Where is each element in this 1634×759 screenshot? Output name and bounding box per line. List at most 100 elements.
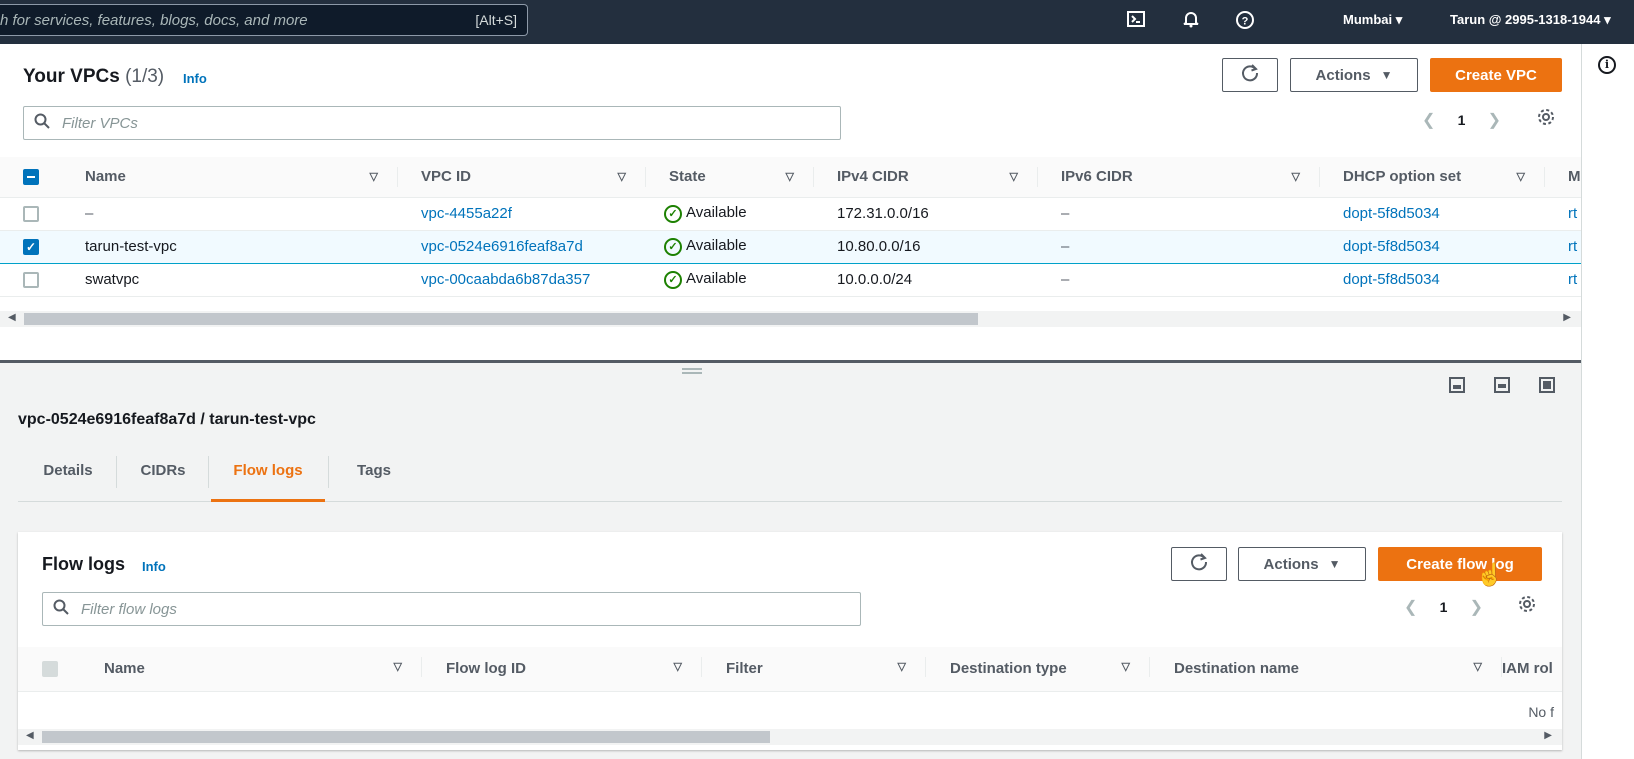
- prev-page-icon[interactable]: ❮: [1422, 112, 1435, 129]
- vpc-info-link[interactable]: Info: [183, 71, 207, 86]
- col-label: State: [669, 168, 706, 186]
- ipv6-cidr: –: [1038, 197, 1320, 231]
- help-icon[interactable]: ?: [1234, 10, 1256, 32]
- create-vpc-button[interactable]: Create VPC: [1430, 58, 1562, 92]
- more-col-link[interactable]: rt: [1545, 197, 1581, 231]
- global-search-input[interactable]: h for services, features, blogs, docs, a…: [0, 4, 528, 36]
- vpc-actions-button[interactable]: Actions ▼: [1290, 58, 1418, 92]
- next-page-icon[interactable]: ❯: [1488, 112, 1501, 129]
- flow-logs-info-link[interactable]: Info: [142, 559, 166, 574]
- layout-side-icon[interactable]: [1494, 377, 1510, 393]
- vpc-title: Your VPCs: [23, 66, 120, 87]
- sort-icon: ▽: [897, 661, 906, 673]
- col-header[interactable]: State ▽: [646, 157, 814, 198]
- col-header[interactable]: Name ▽: [80, 647, 422, 692]
- col-header[interactable]: Name ▽: [62, 157, 398, 198]
- tab-tags[interactable]: Tags: [330, 448, 418, 502]
- caret-down-icon: ▾: [1395, 12, 1403, 27]
- row-checkbox[interactable]: [0, 197, 62, 231]
- search-icon: [53, 599, 69, 620]
- table-row[interactable]: ✓ tarun-test-vpc vpc-0524e6916feaf8a7d ✓…: [0, 229, 1581, 264]
- col-label: IPv6 CIDR: [1061, 168, 1133, 186]
- col-header[interactable]: IAM rol: [1502, 647, 1562, 692]
- col-header[interactable]: Filter ▽: [702, 647, 926, 692]
- cloudshell-icon[interactable]: [1125, 10, 1147, 32]
- dhcp-link[interactable]: dopt-5f8d5034: [1320, 197, 1545, 231]
- flow-actions-button[interactable]: Actions ▼: [1238, 547, 1366, 581]
- refresh-button[interactable]: [1222, 58, 1278, 92]
- actions-label: Actions: [1315, 66, 1371, 84]
- next-page-icon[interactable]: ❯: [1470, 599, 1483, 616]
- page-title: Your VPCs (1/3): [23, 66, 164, 88]
- prev-page-icon[interactable]: ❮: [1404, 599, 1417, 616]
- row-checkbox[interactable]: ✓: [0, 229, 62, 264]
- vpc-id-link[interactable]: vpc-0524e6916feaf8a7d: [398, 229, 646, 264]
- table-row[interactable]: swatvpc vpc-00caabda6b87da357 ✓ Available…: [0, 263, 1581, 297]
- layout-bottom-icon[interactable]: [1449, 377, 1465, 393]
- col-header[interactable]: Destination name ▽: [1150, 647, 1502, 692]
- scroll-right-icon[interactable]: ▶: [1563, 312, 1571, 323]
- ipv6-cidr: –: [1038, 263, 1320, 297]
- account-menu[interactable]: Tarun @ 2995-1318-1944 ▾: [1450, 12, 1611, 28]
- detail-tabs: Details CIDRs Flow logs Tags: [18, 448, 1562, 502]
- layout-full-icon[interactable]: [1539, 377, 1555, 393]
- region-selector[interactable]: Mumbai ▾: [1343, 12, 1402, 28]
- sort-icon: ▽: [785, 171, 794, 183]
- tab-flow-logs[interactable]: Flow logs: [211, 448, 325, 502]
- current-page[interactable]: 1: [1458, 112, 1466, 128]
- col-label: Destination type: [950, 660, 1067, 678]
- hand-pointer-icon: ☝: [1476, 562, 1504, 587]
- more-col-link[interactable]: rt: [1545, 229, 1581, 264]
- flow-horizontal-scrollbar[interactable]: ◀ ▶: [18, 729, 1562, 745]
- col-header[interactable]: IPv6 CIDR ▽: [1038, 157, 1320, 198]
- col-label: Destination name: [1174, 660, 1300, 678]
- selected-vpc-title: vpc-0524e6916feaf8a7d / tarun-test-vpc: [18, 411, 316, 428]
- scroll-left-icon[interactable]: ◀: [26, 730, 34, 741]
- col-header[interactable]: DHCP option set ▽: [1320, 157, 1545, 198]
- caret-down-icon: ▾: [1604, 12, 1611, 27]
- search-placeholder: h for services, features, blogs, docs, a…: [0, 12, 308, 29]
- sort-icon: ▽: [673, 661, 682, 673]
- search-shortcut: [Alt+S]: [475, 12, 517, 28]
- vpc-state: ✓ Available: [646, 229, 814, 264]
- row-checkbox[interactable]: [0, 263, 62, 297]
- table-row[interactable]: – vpc-4455a22f ✓ Available 172.31.0.0/16 …: [0, 197, 1581, 231]
- split-panel-divider[interactable]: [0, 360, 1581, 363]
- col-header[interactable]: M: [1545, 157, 1581, 198]
- vpc-name: tarun-test-vpc: [62, 229, 398, 264]
- scrollbar-thumb[interactable]: [24, 313, 978, 325]
- settings-gear-icon[interactable]: [1536, 107, 1556, 133]
- create-flow-log-button[interactable]: Create flow log: [1378, 547, 1542, 581]
- bell-icon[interactable]: [1180, 10, 1202, 32]
- filter-placeholder: Filter flow logs: [81, 601, 177, 618]
- flow-logs-table: Name ▽ Flow log ID ▽ Filter ▽ Destination t…: [18, 647, 1562, 692]
- tab-cidrs[interactable]: CIDRs: [118, 448, 208, 502]
- select-all-checkbox[interactable]: [0, 157, 62, 198]
- current-page[interactable]: 1: [1440, 599, 1448, 615]
- actions-label: Actions: [1263, 555, 1319, 573]
- drag-handle-icon[interactable]: [682, 368, 702, 374]
- info-icon[interactable]: i: [1598, 56, 1616, 74]
- vpc-id-link[interactable]: vpc-4455a22f: [398, 197, 646, 231]
- ipv6-cidr: –: [1038, 229, 1320, 264]
- col-header[interactable]: IPv4 CIDR ▽: [814, 157, 1038, 198]
- scrollbar-thumb[interactable]: [42, 731, 770, 743]
- refresh-button[interactable]: [1171, 547, 1227, 581]
- filter-vpcs-input[interactable]: Filter VPCs: [23, 106, 841, 140]
- scroll-right-icon[interactable]: ▶: [1544, 730, 1552, 741]
- col-label: VPC ID: [421, 168, 472, 186]
- col-header[interactable]: Flow log ID ▽: [422, 647, 702, 692]
- col-label: M: [1568, 168, 1581, 186]
- more-col-link[interactable]: rt: [1545, 263, 1581, 297]
- dhcp-link[interactable]: dopt-5f8d5034: [1320, 263, 1545, 297]
- col-header[interactable]: VPC ID ▽: [398, 157, 646, 198]
- vpc-horizontal-scrollbar[interactable]: ◀ ▶: [0, 311, 1581, 327]
- settings-gear-icon[interactable]: [1517, 594, 1537, 620]
- filter-flow-logs-input[interactable]: Filter flow logs: [42, 592, 861, 626]
- col-header[interactable]: Destination type ▽: [926, 647, 1150, 692]
- col-label: IPv4 CIDR: [837, 168, 909, 186]
- scroll-left-icon[interactable]: ◀: [8, 312, 16, 323]
- tab-details[interactable]: Details: [18, 448, 118, 502]
- vpc-id-link[interactable]: vpc-00caabda6b87da357: [398, 263, 646, 297]
- dhcp-link[interactable]: dopt-5f8d5034: [1320, 229, 1545, 264]
